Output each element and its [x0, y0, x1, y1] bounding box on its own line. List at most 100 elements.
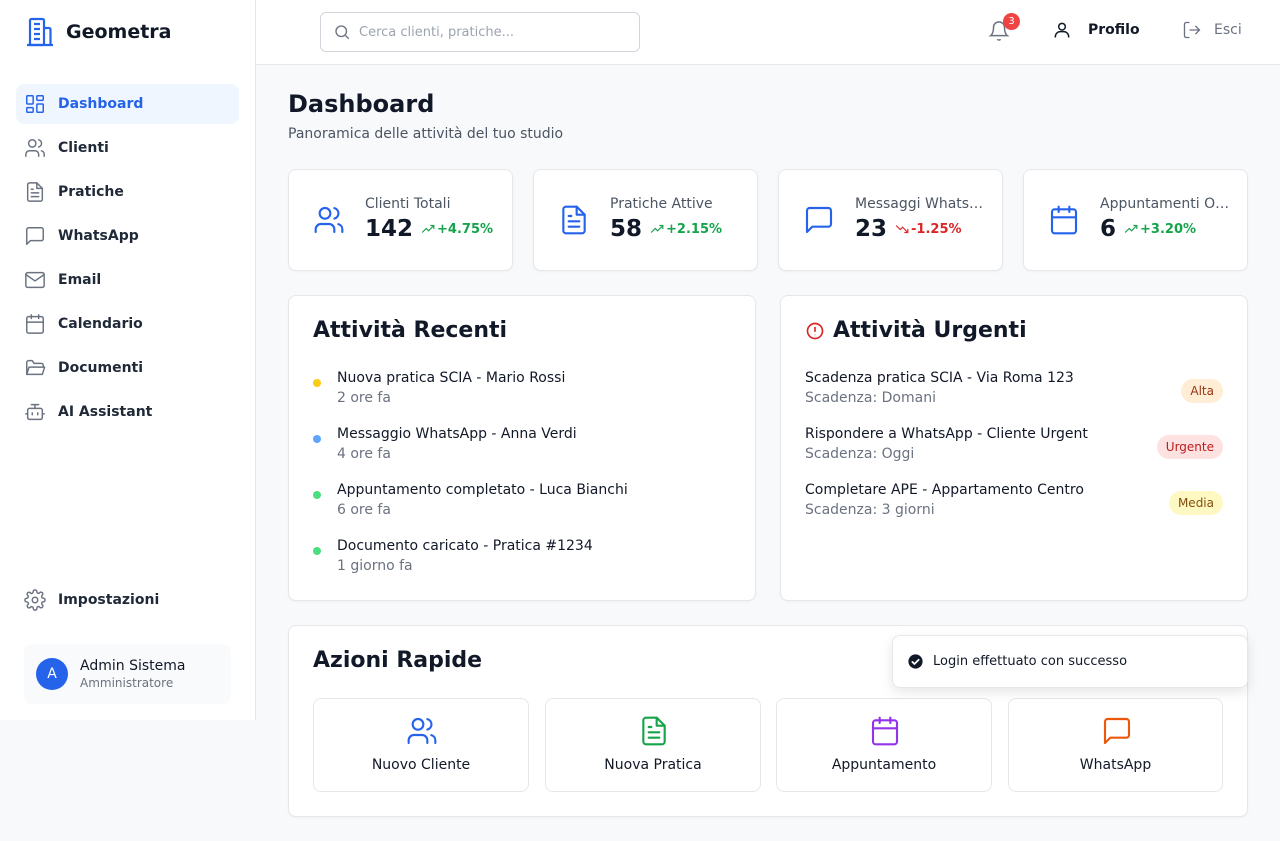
sidebar-item-label: Clienti	[58, 140, 109, 156]
notification-count-badge: 3	[1003, 13, 1020, 30]
urgent-title: Scadenza pratica SCIA - Via Roma 123	[805, 370, 1074, 386]
search-input[interactable]	[359, 24, 629, 40]
urgent-title: Completare APE - Appartamento Centro	[805, 482, 1084, 498]
quick-action-label: WhatsApp	[1079, 757, 1152, 773]
sidebar-item-label: Impostazioni	[58, 592, 160, 608]
quick-action-label: Appuntamento	[831, 757, 937, 773]
avatar: A	[36, 658, 68, 690]
alert-circle-icon	[806, 322, 824, 339]
logout-label: Esci	[1214, 22, 1242, 38]
status-dot	[313, 435, 321, 443]
user-role: Amministratore	[80, 676, 174, 690]
user-name: Admin Sistema	[80, 658, 186, 674]
stat-label: Appuntamenti O…	[1100, 196, 1230, 212]
mail-icon	[25, 271, 45, 289]
users-icon	[313, 204, 345, 236]
stat-trend-value: +2.15%	[666, 221, 723, 237]
calendar-icon	[1048, 204, 1080, 236]
file-icon	[642, 716, 666, 746]
sidebar-item-label: AI Assistant	[58, 404, 153, 420]
sidebar-item-documenti[interactable]: Documenti	[16, 348, 239, 388]
sidebar: Geometra Dashboard Clienti Pratiche What…	[0, 0, 256, 720]
sidebar-item-impostazioni[interactable]: Impostazioni	[16, 580, 239, 620]
user-card[interactable]: A Admin Sistema Amministratore	[24, 644, 231, 704]
panel-title: Azioni Rapide	[313, 648, 483, 673]
appointment-button[interactable]: Appuntamento	[776, 698, 992, 792]
user-info: Admin Sistema Amministratore	[80, 658, 185, 690]
sidebar-item-label: Calendario	[58, 316, 143, 332]
stat-trend: +4.75%	[421, 222, 493, 237]
stat-value-row: 58 +2.15%	[610, 216, 722, 242]
gear-icon	[24, 589, 46, 611]
sidebar-item-label: Pratiche	[58, 184, 124, 200]
sidebar-item-pratiche[interactable]: Pratiche	[16, 172, 239, 212]
activity-title: Appuntamento completato - Luca Bianchi	[337, 482, 628, 498]
stat-trend: -1.25%	[895, 222, 962, 237]
stat-trend-value: +3.20%	[1140, 221, 1197, 237]
activity-title: Messaggio WhatsApp - Anna Verdi	[337, 426, 577, 442]
settings-section: Impostazioni	[16, 580, 239, 624]
stat-card-messaggi: Messaggi Whats… 23 -1.25%	[778, 169, 1003, 271]
new-client-button[interactable]: Nuovo Cliente	[313, 698, 529, 792]
search-box	[320, 12, 640, 52]
toast-notification[interactable]: Login effettuato con successo	[892, 635, 1248, 688]
users-icon	[25, 139, 45, 157]
notifications-button[interactable]: 3	[988, 13, 1020, 44]
sidebar-item-calendario[interactable]: Calendario	[16, 304, 239, 344]
priority-badge: Alta	[1181, 379, 1223, 403]
profile-label: Profilo	[1088, 22, 1140, 38]
page-title: Dashboard	[288, 90, 435, 118]
stat-trend-value: +4.75%	[437, 221, 494, 237]
dashboard-icon	[26, 95, 44, 113]
list-item[interactable]: Rispondere a WhatsApp - Cliente Urgent S…	[805, 426, 1223, 470]
stat-trend-value: -1.25%	[911, 221, 962, 237]
urgent-due: Scadenza: 3 giorni	[805, 502, 935, 518]
trending-up-icon	[421, 224, 435, 233]
message-icon	[803, 204, 835, 236]
profile-button[interactable]: Profilo	[1052, 20, 1140, 40]
list-item[interactable]: Completare APE - Appartamento Centro Sca…	[805, 482, 1223, 526]
search-icon	[335, 25, 350, 40]
logout-icon	[1183, 21, 1201, 39]
stat-value: 58	[610, 216, 643, 242]
sidebar-item-clienti[interactable]: Clienti	[16, 128, 239, 168]
panel-title-text: Attività Urgenti	[833, 318, 1027, 343]
message-icon	[1103, 717, 1131, 745]
top-header: 3 Profilo Esci	[256, 0, 1280, 65]
file-icon	[26, 182, 44, 202]
new-practice-button[interactable]: Nuova Pratica	[545, 698, 761, 792]
building-logo-icon	[27, 17, 53, 47]
toast-message: Login effettuato con successo	[933, 654, 1128, 669]
app-name: Geometra	[66, 21, 172, 43]
trending-down-icon	[895, 225, 909, 234]
sidebar-item-ai-assistant[interactable]: AI Assistant	[16, 392, 239, 432]
activity-time: 1 giorno fa	[337, 558, 413, 574]
stat-label: Messaggi Whats…	[855, 196, 984, 212]
stat-value: 142	[365, 216, 414, 242]
stat-value: 6	[1100, 216, 1117, 242]
quick-action-label: Nuova Pratica	[604, 757, 702, 773]
brand[interactable]: Geometra	[24, 14, 172, 50]
trending-up-icon	[650, 224, 664, 233]
priority-badge: Urgente	[1156, 435, 1223, 459]
sidebar-item-whatsapp[interactable]: WhatsApp	[16, 216, 239, 256]
whatsapp-button[interactable]: WhatsApp	[1008, 698, 1223, 792]
stat-value-row: 142 +4.75%	[365, 216, 493, 242]
file-icon	[558, 204, 590, 236]
sidebar-nav: Dashboard Clienti Pratiche WhatsApp Emai…	[16, 84, 239, 436]
activity-time: 2 ore fa	[337, 390, 391, 406]
stat-trend: +3.20%	[1124, 222, 1196, 237]
trending-up-icon	[1124, 224, 1138, 233]
sidebar-item-dashboard[interactable]: Dashboard	[16, 84, 239, 124]
list-item[interactable]: Scadenza pratica SCIA - Via Roma 123 Sca…	[805, 370, 1223, 414]
sidebar-item-label: Documenti	[58, 360, 144, 376]
sidebar-item-email[interactable]: Email	[16, 260, 239, 300]
activity-time: 6 ore fa	[337, 502, 391, 518]
stat-label: Clienti Totali	[365, 196, 451, 212]
activity-time: 4 ore fa	[337, 446, 391, 462]
logout-button[interactable]: Esci	[1182, 20, 1242, 40]
sidebar-item-label: WhatsApp	[58, 228, 139, 244]
user-icon	[1054, 22, 1070, 38]
page-subtitle: Panoramica delle attività del tuo studio	[288, 126, 564, 142]
stat-label: Pratiche Attive	[610, 196, 713, 212]
